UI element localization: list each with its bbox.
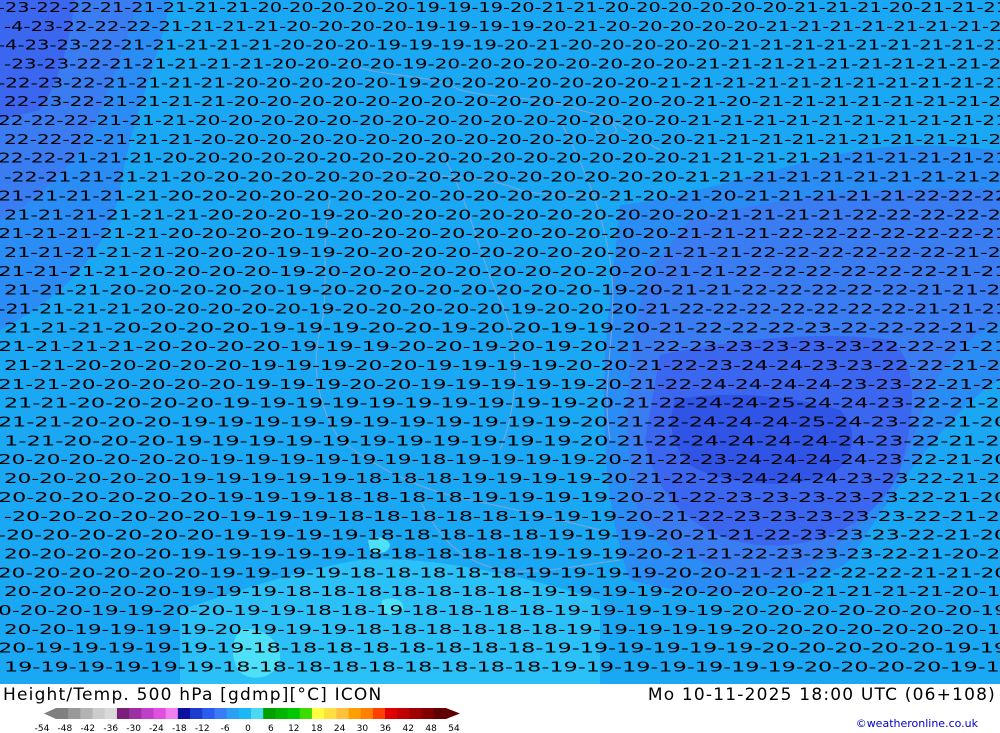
legend-tick-label: -6 <box>221 724 230 732</box>
legend-swatch <box>433 708 447 719</box>
color-scale-legend: -54 -48 -42 -36 -30 -24 -18 -12 -6 0 6 12 18 24 30 36 42… <box>35 708 460 732</box>
temperature-label-row: 21-21-20-20-20-19-19-19-19-19-19-19-19-1… <box>0 416 1000 431</box>
legend-tick-label: -54 <box>35 724 50 732</box>
legend-swatch <box>409 708 423 719</box>
legend-swatch <box>348 708 362 719</box>
legend-swatch <box>153 708 167 719</box>
legend-right-arrow <box>446 708 460 719</box>
temperature-label-row: -22-23-22-21-21-21-21-20-20-20-20-20-19-… <box>0 76 1000 91</box>
legend-tick-label: -36 <box>103 724 118 732</box>
temperature-label-row: 21-21-20-20-20-20-20-19-19-19-20-20-19-1… <box>0 378 1000 393</box>
temperature-label-row: 20-20-19-19-19-19-20-19-19-19-18-18-18-1… <box>4 623 1000 638</box>
legend-swatch <box>190 708 203 719</box>
temperature-label-row: -4-23-22-22-22-21-21-21-21-20-20-20-20-1… <box>4 20 1000 35</box>
temperature-label-row: 20-20-20-20-20-19-19-19-18-18-18-18-18-1… <box>4 585 1000 600</box>
temperature-label-row: -23-22-22-21-21-21-21-21-20-20-20-20-20-… <box>0 1 1000 16</box>
temperature-label-row: 22-22-22-21-21-21-20-20-20-20-20-20-20-2… <box>0 114 1000 129</box>
legend-swatch <box>129 708 142 719</box>
temperature-label-row: 22-23-22-21-21-21-21-20-20-20-20-20-20-2… <box>4 95 1000 110</box>
legend-tick-label: -24 <box>149 724 164 732</box>
legend-ticks: -54 -48 -42 -36 -30 -24 -18 -12 -6 0 6 12 18 24 30 36 42… <box>35 724 460 732</box>
temperature-label-row: 21-21-21-21-20-20-20-20-19-20-20-20-20-2… <box>0 265 1000 280</box>
legend-tick-label: -18 <box>172 724 187 732</box>
legend-swatch <box>275 708 289 719</box>
legend-swatch <box>421 708 435 719</box>
legend-swatch <box>56 708 69 719</box>
temperature-label-row: 21-21-20-20-20-20-20-19-19-19-20-20-19-1… <box>4 359 1000 374</box>
temperature-label-row: 20-19-19-19-19-19-19-18-18-18-18-18-18-1… <box>0 642 1000 657</box>
legend-swatch <box>104 708 118 719</box>
legend-swatch <box>92 708 106 719</box>
legend-tick-label: 54 <box>448 724 460 732</box>
temperature-label-row: -23-23-22-21-21-21-21-21-20-20-20-20-19-… <box>4 58 1000 73</box>
legend-swatch <box>299 708 313 719</box>
legend-tick-label: -30 <box>126 724 141 732</box>
legend-tick-label: 42 <box>402 724 413 732</box>
legend-swatch <box>397 708 410 719</box>
temperature-label-row: 21-21-21-21-21-20-20-20-20-19-20-20-20-2… <box>0 227 1000 242</box>
legend-swatch <box>360 708 374 719</box>
legend-swatch <box>263 708 276 719</box>
map-canvas: -23-22-22-21-21-21-21-21-20-20-20-20-20-… <box>0 0 1000 684</box>
legend-swatch <box>372 708 386 719</box>
temperature-label-row: -22-21-21-21-21-20-20-20-20-20-20-20-20-… <box>4 171 1000 186</box>
legend-swatch <box>141 708 154 719</box>
credit-link[interactable]: ©weatheronline.co.uk <box>856 717 978 730</box>
temperature-label-row: 20-20-20-20-20-20-19-19-19-19-18-18-18-1… <box>0 566 1000 581</box>
legend-swatch <box>336 708 349 719</box>
temperature-label-row: 0-20-20-19-19-20-20-19-19-18-18-19-18-18… <box>0 604 1000 619</box>
legend-swatch <box>251 708 264 719</box>
temperature-label-row: 20-20-20-20-20-19-19-19-19-19-18-18-18-1… <box>4 472 1000 487</box>
legend-tick-label: 18 <box>311 724 323 732</box>
legend-swatch <box>287 708 301 719</box>
temperature-label-row: 20-20-20-20-20-19-19-19-19-19-18-18-18-1… <box>4 547 1000 562</box>
temperature-label-row: 20-20-20-20-20-20-19-19-19-18-18-18-18-1… <box>0 491 1000 506</box>
temperature-label-row: 1-21-20-20-20-19-19-19-19-19-19-19-19-19… <box>4 434 1000 449</box>
temperature-label-row: -20-20-20-20-20-20-19-19-19-19-18-18-18-… <box>0 529 1000 544</box>
legend-swatch <box>68 708 81 719</box>
valid-time: Mo 10-11-2025 18:00 UTC (06+108) <box>647 685 996 705</box>
temperature-label-row: 21-21-21-21-21-20-20-20-20-20-20-20-20-2… <box>0 189 1000 204</box>
temperature-label-row: 21-21-21-21-20-20-20-20-19-19-19-20-20-1… <box>0 340 1000 355</box>
legend-tick-label: 12 <box>288 724 299 732</box>
legend-swatch <box>177 708 191 719</box>
temperature-label-row: 22-22-21-21-21-20-20-20-20-20-20-20-20-2… <box>0 152 1000 167</box>
legend-swatch <box>214 708 228 719</box>
temperature-label-row: 21-21-21-21-21-21-20-20-20-19-20-20-20-2… <box>4 208 1000 223</box>
legend-swatch <box>385 708 398 719</box>
legend-tick-label: -12 <box>195 724 210 732</box>
map-footer: Height/Temp. 500 hPa [gdmp][°C] ICON Mo … <box>0 684 1000 733</box>
legend-swatch <box>311 708 325 719</box>
temperature-label-row: 20-20-20-20-20-20-19-19-19-19-19-19-18-1… <box>0 453 1000 468</box>
legend-tick-label: -42 <box>80 724 95 732</box>
legend-swatch <box>116 708 130 719</box>
legend-swatch <box>202 708 215 719</box>
legend-swatch <box>226 708 240 719</box>
product-title: Height/Temp. 500 hPa [gdmp][°C] ICON <box>3 685 383 705</box>
legend-tick-label: 0 <box>245 724 251 732</box>
legend-swatch <box>324 708 337 719</box>
temperature-label-row: 21-21-21-20-20-20-20-20-19-20-20-20-20-2… <box>4 284 1000 299</box>
temperature-label-row: -20-20-20-20-20-20-19-19-19-18-18-18-18-… <box>4 510 1000 525</box>
temperature-label-row: 21-21-21-20-20-20-20-19-19-19-20-20-19-2… <box>4 321 1000 336</box>
legend-tick-label: 24 <box>334 724 346 732</box>
legend-tick-label: -48 <box>58 724 73 732</box>
legend-tick-label: 30 <box>357 724 369 732</box>
temperature-label-row: 19-19-19-19-19-19-18-18-18-18-18-18-18-1… <box>4 661 1000 676</box>
weather-map: -23-22-22-21-21-21-21-21-20-20-20-20-20-… <box>0 0 1000 684</box>
temperature-label-row: -21-21-21-21-20-20-20-20-20-19-20-20-20-… <box>0 303 1000 318</box>
temperature-label-row: 21-21-21-21-21-20-20-20-19-19-20-20-20-2… <box>4 246 1000 261</box>
legend-tick-label: 6 <box>268 724 274 732</box>
legend-tick-label: 36 <box>380 724 392 732</box>
legend-left-arrow <box>44 708 56 719</box>
legend-swatch <box>80 708 94 719</box>
temperature-label-row: 22-22-22-21-21-21-20-20-20-20-20-20-20-2… <box>4 133 1000 148</box>
temperature-label-row: 21-21-20-20-20-20-19-19-19-19-19-19-19-1… <box>4 397 1000 412</box>
legend-swatch <box>238 708 252 719</box>
legend-swatches <box>44 708 460 719</box>
temperature-label-row: -4-23-23-22-21-21-21-21-21-20-20-20-19-1… <box>0 39 1000 54</box>
legend-tick-label: 48 <box>425 724 437 732</box>
legend-swatch <box>165 708 179 719</box>
